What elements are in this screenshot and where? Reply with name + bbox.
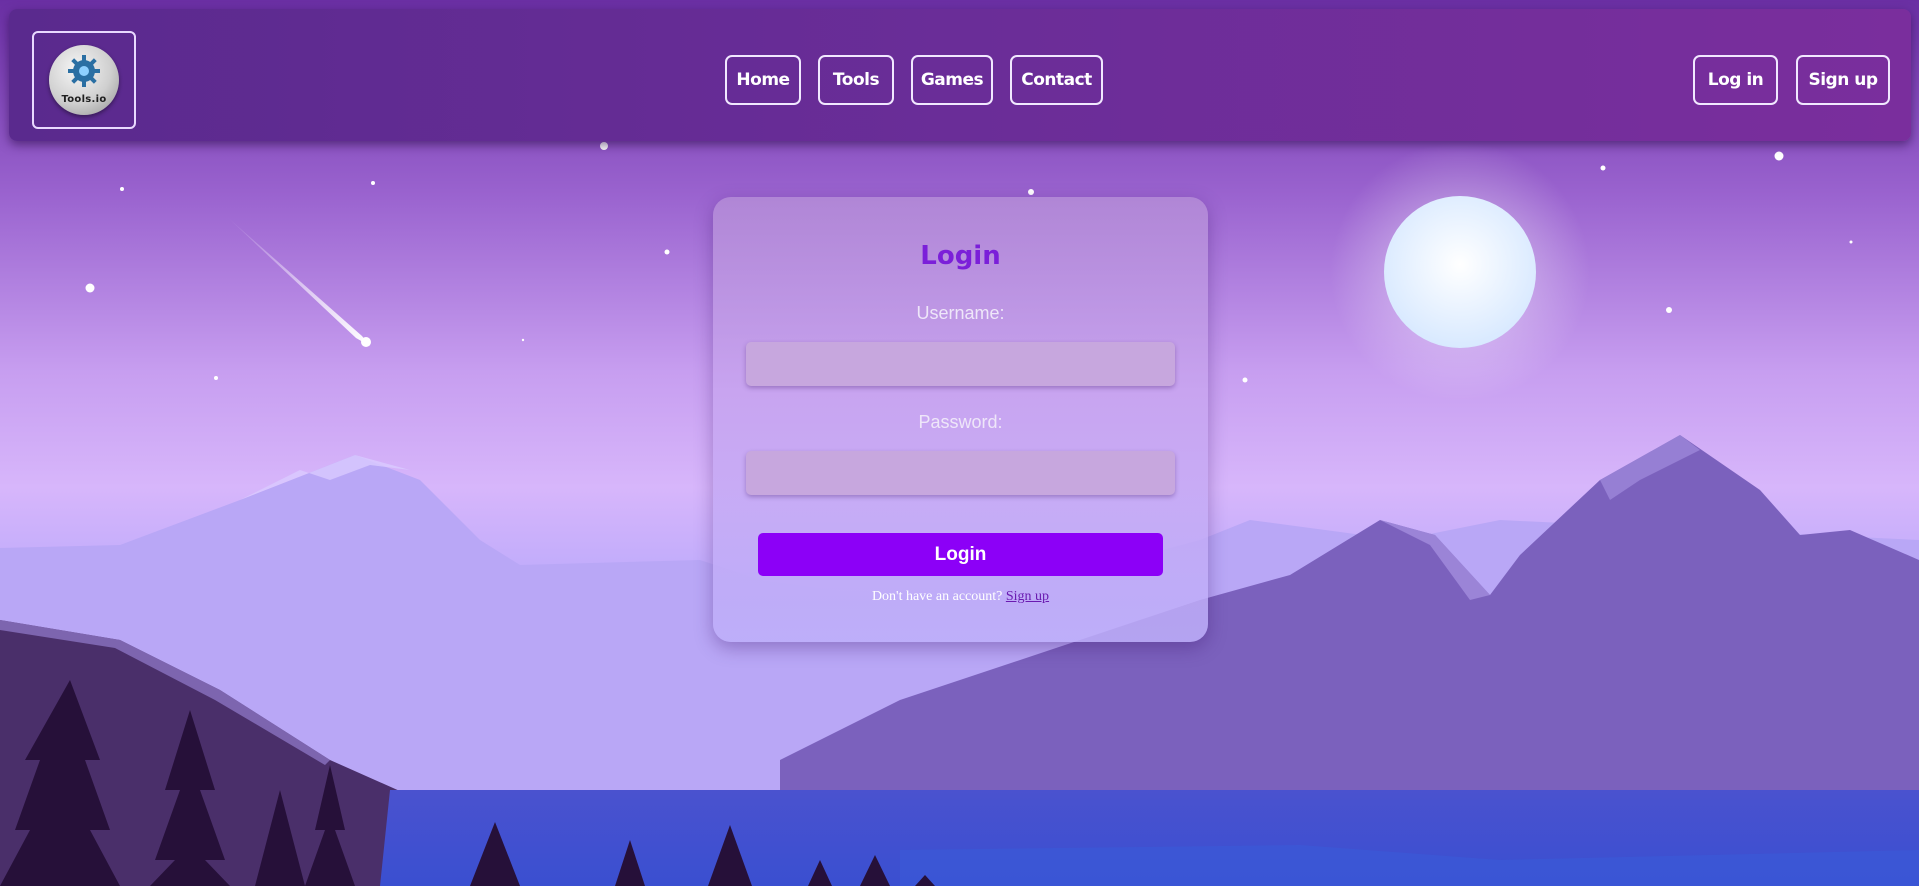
nav-tools[interactable]: Tools bbox=[818, 55, 894, 105]
login-submit-button[interactable]: Login bbox=[758, 533, 1163, 576]
password-input[interactable] bbox=[746, 451, 1175, 495]
signup-prompt-text: Don't have an account? bbox=[871, 589, 1003, 604]
gear-icon bbox=[68, 55, 100, 87]
nav-contact[interactable]: Contact bbox=[1010, 55, 1103, 105]
logo-badge: Tools.io bbox=[49, 45, 119, 115]
nav-games[interactable]: Games bbox=[911, 55, 993, 105]
username-label: Username: bbox=[916, 303, 1005, 323]
login-card: Login Username: Password: Login Don't ha… bbox=[713, 197, 1208, 642]
top-navbar: Tools.io Home Tools Games Contact Log in… bbox=[9, 9, 1911, 141]
signup-link[interactable]: Sign up bbox=[1006, 589, 1049, 604]
login-nav-button[interactable]: Log in bbox=[1693, 55, 1778, 105]
auth-nav: Log in Sign up bbox=[1693, 55, 1890, 105]
signup-nav-button[interactable]: Sign up bbox=[1796, 55, 1890, 105]
username-input[interactable] bbox=[746, 342, 1175, 386]
main-nav: Home Tools Games Contact bbox=[725, 55, 1103, 105]
nav-home[interactable]: Home bbox=[725, 55, 801, 105]
logo-text: Tools.io bbox=[61, 94, 107, 105]
signup-prompt: Don't have an account? Sign up bbox=[713, 589, 1208, 605]
site-logo[interactable]: Tools.io bbox=[32, 31, 136, 129]
login-title: Login bbox=[920, 241, 1001, 271]
password-label: Password: bbox=[918, 412, 1003, 432]
